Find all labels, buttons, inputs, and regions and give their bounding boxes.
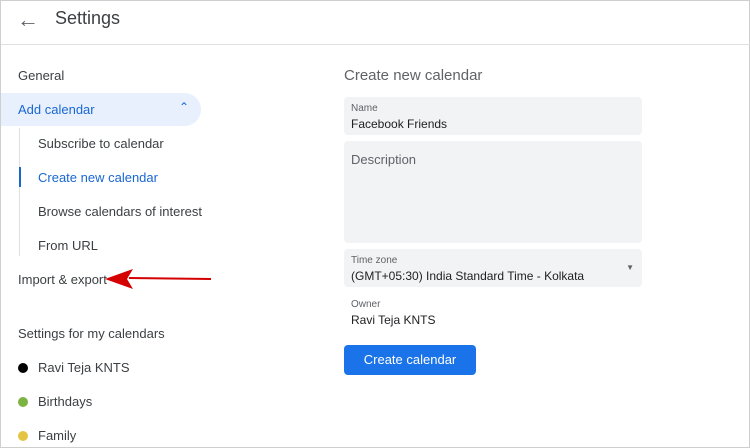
divider xyxy=(19,128,20,256)
sidebar-item-general[interactable]: General xyxy=(18,68,64,83)
sidebar-item-import-export[interactable]: Import & export xyxy=(18,272,107,287)
red-arrow-annotation xyxy=(105,269,211,289)
section-title: Settings for my calendars xyxy=(18,326,165,341)
timezone-value: (GMT+05:30) India Standard Time - Kolkat… xyxy=(351,269,585,283)
sidebar-item-label: Add calendar xyxy=(18,102,95,117)
header: ← Settings xyxy=(1,1,750,45)
calendar-color-dot xyxy=(18,397,28,407)
sidebar-calendar-item[interactable]: Family xyxy=(38,428,76,443)
timezone-label: Time zone xyxy=(351,255,398,266)
page-title: Settings xyxy=(55,8,121,28)
sidebar-item-create-new-calendar[interactable]: Create new calendar xyxy=(38,170,158,185)
arrow-left-icon[interactable]: ← xyxy=(17,7,39,33)
sidebar-item-subscribe[interactable]: Subscribe to calendar xyxy=(38,136,164,151)
sidebar-calendar-item[interactable]: Ravi Teja KNTS xyxy=(38,360,130,375)
calendar-color-dot xyxy=(18,363,28,373)
sidebar-calendar-item[interactable]: Birthdays xyxy=(38,394,92,409)
sidebar-item-add-calendar[interactable]: Add calendar ⌃ xyxy=(1,93,201,126)
timezone-select[interactable]: Time zone (GMT+05:30) India Standard Tim… xyxy=(344,249,642,287)
name-field[interactable]: Name Facebook Friends xyxy=(344,97,642,135)
name-label: Name xyxy=(351,103,378,114)
active-indicator xyxy=(19,167,21,187)
create-calendar-button[interactable]: Create calendar xyxy=(344,345,476,375)
chevron-up-icon[interactable]: ⌃ xyxy=(179,100,189,114)
dropdown-caret-icon: ▼ xyxy=(626,263,634,272)
section-heading: Create new calendar xyxy=(344,67,483,84)
description-field[interactable]: Description xyxy=(344,141,642,243)
sidebar-item-browse[interactable]: Browse calendars of interest xyxy=(38,204,202,219)
owner-label: Owner xyxy=(351,299,381,310)
name-value: Facebook Friends xyxy=(351,117,448,131)
calendar-color-dot xyxy=(18,431,28,441)
description-placeholder: Description xyxy=(351,152,417,167)
sidebar-item-from-url[interactable]: From URL xyxy=(38,238,98,253)
owner-value: Ravi Teja KNTS xyxy=(351,313,436,327)
